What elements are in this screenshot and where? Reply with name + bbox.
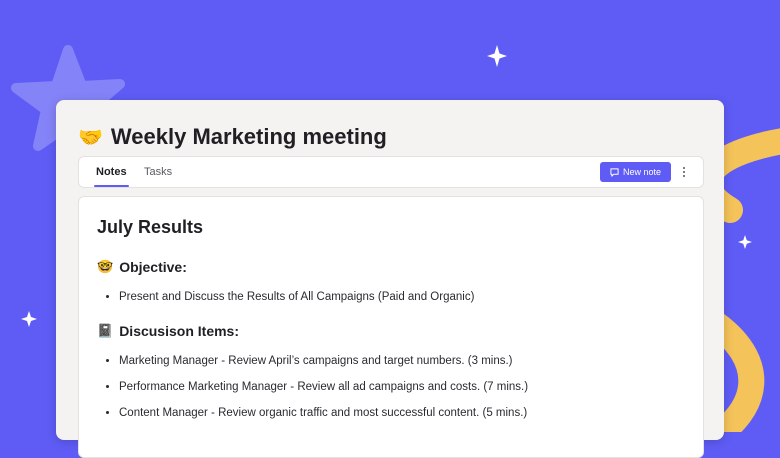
page-title-text: Weekly Marketing meeting xyxy=(110,124,387,149)
list-item: Content Manager - Review organic traffic… xyxy=(119,405,528,431)
more-vertical-icon[interactable] xyxy=(677,162,691,182)
note-content: July Results 🤓 Objective: Present and Di… xyxy=(78,196,704,458)
tab-bar: Notes Tasks New note xyxy=(78,156,704,188)
sparkle-icon xyxy=(487,45,507,67)
discussion-list: Marketing Manager - Review April’s campa… xyxy=(105,353,528,431)
note-heading: July Results xyxy=(97,217,204,237)
tab-tasks[interactable]: Tasks xyxy=(144,157,172,187)
objective-list: Present and Discuss the Results of All C… xyxy=(105,289,474,315)
list-item: Performance Marketing Manager - Review a… xyxy=(119,379,528,405)
handshake-icon: 🤝 xyxy=(78,125,103,149)
list-item: Present and Discuss the Results of All C… xyxy=(119,289,474,315)
section-title-discussion: 📓 Discusison Items: xyxy=(97,323,239,339)
new-note-label: New note xyxy=(622,167,661,177)
sparkle-icon xyxy=(21,311,37,327)
meeting-notes-window: 🤝 Weekly Marketing meeting Notes Tasks N… xyxy=(56,100,724,458)
page-title: 🤝 Weekly Marketing meeting xyxy=(78,122,387,152)
nerd-face-icon: 🤓 xyxy=(97,259,114,275)
new-note-button[interactable]: New note xyxy=(599,162,671,182)
tab-notes[interactable]: Notes xyxy=(94,157,129,187)
notebook-icon: 📓 xyxy=(97,323,114,339)
list-item: Marketing Manager - Review April’s campa… xyxy=(119,353,528,379)
sparkle-icon xyxy=(738,235,752,249)
section-title-text: Objective: xyxy=(119,259,187,275)
section-title-objective: 🤓 Objective: xyxy=(97,259,187,275)
section-title-text: Discusison Items: xyxy=(119,323,240,339)
comment-icon xyxy=(610,167,619,177)
